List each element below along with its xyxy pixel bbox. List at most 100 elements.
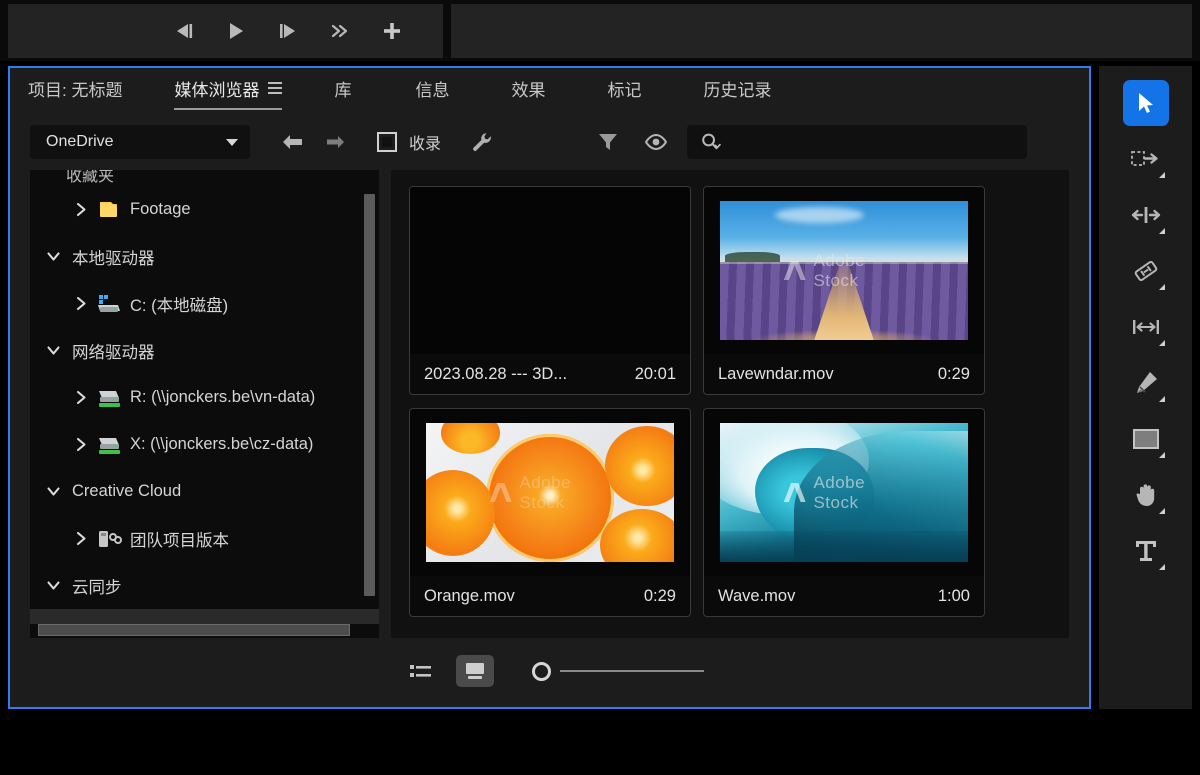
tab-library-label: 库	[334, 76, 351, 101]
folder-tree-list: 收藏夹 Footage	[30, 170, 379, 624]
submenu-indicator	[1159, 508, 1165, 514]
zoom-slider-track[interactable]	[560, 670, 704, 672]
top-strip	[0, 0, 1200, 61]
panel-tab-bar: 项目: 无标题 媒体浏览器 库 信息 效果 标记 历史记录	[10, 68, 1089, 114]
tree-row-local-drives-label: 本地驱动器	[72, 245, 155, 269]
folder-icon	[94, 200, 124, 220]
chevron-down-icon[interactable]	[40, 344, 66, 357]
tab-history[interactable]: 历史记录	[703, 76, 771, 107]
tree-row-r-drive[interactable]: R: (\\jonckers.be\vn-data)	[30, 374, 379, 421]
browser-toolbar: OneDrive 收录	[10, 114, 1089, 170]
media-card[interactable]: Adobe Stock Wave.mov 1:00	[703, 408, 985, 617]
thumbnail-view-button[interactable]	[456, 655, 494, 687]
media-preview: Adobe Stock	[704, 187, 984, 354]
fast-forward-icon[interactable]	[327, 18, 353, 44]
wrench-icon[interactable]	[467, 127, 497, 157]
lavender-field-image: Adobe Stock	[720, 201, 968, 340]
tab-info[interactable]: 信息	[415, 76, 449, 107]
tab-info-label: 信息	[415, 76, 449, 101]
media-meta: Lavewndar.mov 0:29	[704, 354, 984, 394]
tab-effects[interactable]: 效果	[511, 76, 545, 107]
eye-icon[interactable]	[641, 127, 671, 157]
type-tool[interactable]	[1123, 528, 1169, 574]
tree-vertical-scrollbar[interactable]	[364, 184, 375, 604]
chevron-down-icon[interactable]	[40, 250, 66, 263]
media-duration: 1:00	[938, 587, 970, 606]
tree-horizontal-scrollbar[interactable]	[38, 624, 371, 636]
slip-tool[interactable]	[1123, 304, 1169, 350]
orange-slices-image: Adobe Stock	[426, 423, 674, 562]
search-input[interactable]	[730, 134, 1010, 151]
tree-row-clipped-favorites[interactable]: 收藏夹	[30, 170, 379, 186]
folder-tree-pane[interactable]: 收藏夹 Footage	[30, 170, 379, 638]
rate-stretch-tool[interactable]	[1123, 248, 1169, 294]
chevron-down-icon[interactable]	[40, 485, 66, 498]
tab-media-browser-label: 媒体浏览器	[174, 76, 259, 101]
team-project-icon	[94, 529, 124, 549]
submenu-indicator	[1159, 284, 1165, 290]
chevron-down-icon[interactable]	[40, 579, 66, 592]
panel-menu-icon[interactable]	[268, 82, 282, 94]
media-name: Lavewndar.mov	[718, 365, 834, 384]
step-back-icon[interactable]	[171, 18, 197, 44]
filter-icon[interactable]	[593, 127, 623, 157]
chevron-right-icon[interactable]	[68, 296, 94, 311]
hand-tool[interactable]	[1123, 472, 1169, 518]
tree-row-c-drive[interactable]: C: (本地磁盘)	[30, 280, 379, 327]
tab-project[interactable]: 项目: 无标题	[28, 76, 122, 107]
tree-horizontal-scrollbar-thumb[interactable]	[38, 624, 350, 636]
chevron-right-icon[interactable]	[68, 531, 94, 546]
premiere-media-browser-window: 项目: 无标题 媒体浏览器 库 信息 效果 标记 历史记录	[0, 0, 1200, 775]
media-preview: Adobe Stock	[410, 409, 690, 576]
chevron-right-icon[interactable]	[68, 437, 94, 452]
media-card[interactable]: Adobe Stock Orange.mov 0:29	[409, 408, 691, 617]
tree-row-cloud-sync[interactable]: 云同步	[30, 562, 379, 609]
tab-media-browser[interactable]: 媒体浏览器	[174, 76, 282, 107]
tree-row-network-drives[interactable]: 网络驱动器	[30, 327, 379, 374]
pen-tool[interactable]	[1123, 360, 1169, 406]
tab-markers-label: 标记	[607, 76, 641, 101]
forward-arrow-icon[interactable]	[320, 127, 350, 157]
submenu-indicator	[1159, 564, 1165, 570]
active-tab-underline	[174, 108, 282, 110]
tree-row-creative-cloud-label: Creative Cloud	[72, 482, 181, 501]
rectangle-tool[interactable]	[1123, 416, 1169, 462]
zoom-slider-knob[interactable]	[532, 662, 551, 681]
network-drive-icon	[94, 388, 124, 408]
tab-history-label: 历史记录	[703, 76, 771, 101]
media-duration: 0:29	[938, 365, 970, 384]
add-marker-icon[interactable]	[379, 18, 405, 44]
tree-row-creative-cloud[interactable]: Creative Cloud	[30, 468, 379, 515]
media-duration: 0:29	[644, 587, 676, 606]
chevron-right-icon[interactable]	[68, 202, 94, 217]
selection-tool[interactable]	[1123, 80, 1169, 126]
ingest-label[interactable]: 收录	[409, 130, 441, 154]
media-thumbnail-grid: 2023.08.28 --- 3D... 20:01	[409, 186, 1051, 617]
tree-row-local-drives[interactable]: 本地驱动器	[30, 233, 379, 280]
thumbnail-zoom-slider[interactable]	[532, 662, 704, 681]
ripple-edit-tool[interactable]	[1123, 192, 1169, 238]
media-card[interactable]: 2023.08.28 --- 3D... 20:01	[409, 186, 691, 395]
tree-row-footage[interactable]: Footage	[30, 186, 379, 233]
tree-row-cloud-sync-label: 云同步	[72, 574, 122, 598]
ingest-checkbox[interactable]	[372, 127, 402, 157]
chevron-right-icon[interactable]	[68, 390, 94, 405]
tab-markers[interactable]: 标记	[607, 76, 641, 107]
tree-row-onedrive[interactable]: OneDrive	[30, 609, 379, 624]
tree-row-team-projects[interactable]: 团队项目版本	[30, 515, 379, 562]
back-arrow-icon[interactable]	[278, 127, 308, 157]
media-browser-panel: 项目: 无标题 媒体浏览器 库 信息 效果 标记 历史记录	[8, 66, 1091, 709]
step-forward-icon[interactable]	[275, 18, 301, 44]
tab-library[interactable]: 库	[334, 76, 351, 107]
drive-selector[interactable]: OneDrive	[30, 125, 250, 159]
tree-row-x-drive[interactable]: X: (\\jonckers.be\cz-data)	[30, 421, 379, 468]
tree-row-team-projects-label: 团队项目版本	[130, 527, 229, 551]
play-icon[interactable]	[223, 18, 249, 44]
list-view-button[interactable]	[402, 655, 440, 687]
tree-vertical-scrollbar-thumb[interactable]	[364, 194, 375, 596]
network-drive-icon	[94, 435, 124, 455]
search-icon	[700, 132, 722, 152]
search-input-wrapper[interactable]	[687, 125, 1027, 159]
track-select-forward-tool[interactable]	[1123, 136, 1169, 182]
media-card[interactable]: Adobe Stock Lavewndar.mov 0:29	[703, 186, 985, 395]
